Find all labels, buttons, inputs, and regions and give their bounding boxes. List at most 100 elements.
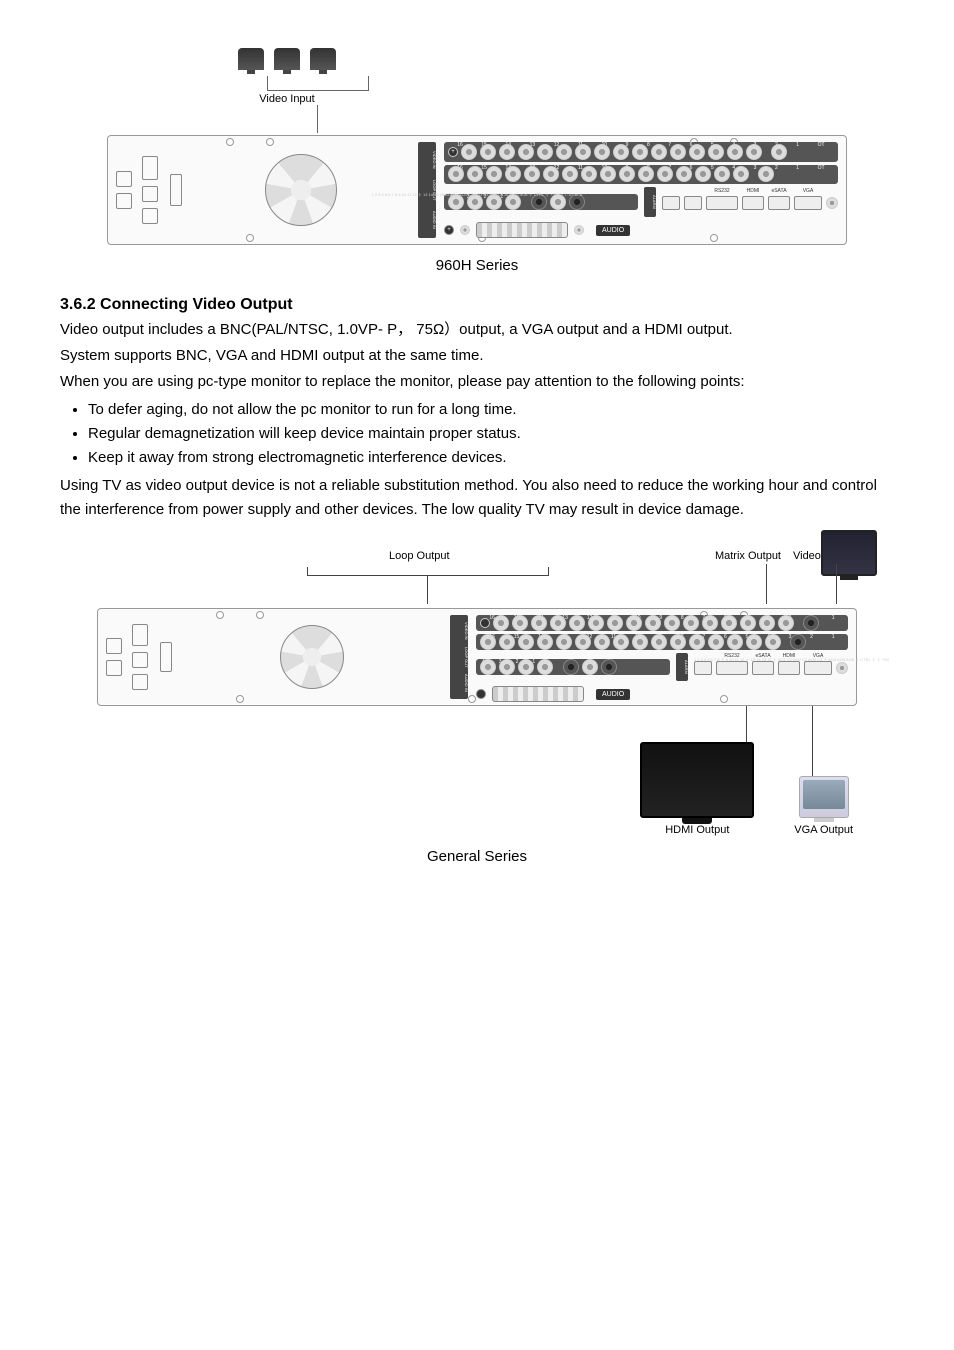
bnc-icon: [651, 144, 667, 160]
bnc-icon: [714, 166, 730, 182]
body-text: Video output includes a BNC(PAL/NTSC, 1.…: [60, 318, 894, 342]
video-input-label: Video Input: [0, 93, 847, 105]
bnc-icon: [480, 634, 496, 650]
bnc-icon: [778, 615, 794, 631]
bnc-icon: [826, 197, 838, 209]
bnc-icon: [537, 144, 553, 160]
bnc-icon: [670, 634, 686, 650]
vga-port-icon: VGA: [794, 196, 822, 210]
bnc-icon: [480, 659, 496, 675]
hdmi-output-label: HDMI Output: [665, 824, 729, 836]
power-switch-icon: [106, 638, 122, 654]
audio-connector-icon: [476, 222, 568, 238]
bnc-icon: [664, 615, 680, 631]
loop-out-row: 16151413121110987654321: [476, 634, 848, 650]
callout-line: [836, 564, 837, 604]
bnc-icon: [581, 166, 597, 182]
bnc-icon: [480, 144, 496, 160]
bnc-icon: [607, 615, 623, 631]
bnc-icon: [550, 615, 566, 631]
body-text: Using TV as video output device is not a…: [60, 474, 894, 522]
bnc-icon: [499, 634, 515, 650]
bracket: [307, 567, 549, 576]
bnc-icon: [594, 634, 610, 650]
bnc-icon: [499, 144, 515, 160]
bnc-icon: [708, 144, 724, 160]
bnc-icon: [486, 166, 502, 182]
network-port-icon: [694, 661, 712, 675]
hdmi-port-icon: HDMI: [742, 196, 764, 210]
rear-panel-general: VIDEO IN LOOP OUT AUDIO IN 1615141312111…: [97, 608, 857, 706]
fan-icon: [265, 154, 337, 226]
bnc-icon: [626, 615, 642, 631]
bnc-icon: [582, 659, 598, 675]
jack-icon: [460, 225, 470, 235]
row-label-strip: VIDEO IN LOOP OUT AUDIO IN: [418, 142, 436, 238]
bnc-icon: [531, 615, 547, 631]
bnc-icon: [632, 144, 648, 160]
bnc-icon: [461, 144, 477, 160]
camera-icon: [310, 48, 336, 70]
bnc-icon: [708, 634, 724, 650]
rear-panel-960h: VIDEO IN LOOP OUT AUDIO IN 1615141312111…: [107, 135, 847, 245]
tv-icon: [640, 742, 754, 818]
bnc-icon: [758, 166, 774, 182]
bnc-icon: [499, 659, 515, 675]
figure-general: Loop Output Matrix Output Video Output: [60, 540, 894, 836]
bnc-icon: [733, 166, 749, 182]
audio-label: AUDIO: [596, 225, 630, 236]
power-switch-icon: [116, 171, 132, 187]
crt-monitor-icon: [799, 776, 849, 818]
network-port-icon: [662, 196, 680, 210]
camera-icons: [0, 48, 847, 70]
bnc-icon: [683, 615, 699, 631]
bnc-icon: [556, 634, 572, 650]
esata-port-icon: eSATA: [768, 196, 790, 210]
bnc-icon: [537, 634, 553, 650]
bnc-icon: [563, 659, 579, 675]
ground-icon: [106, 660, 122, 676]
figure-960h: Video Input: [60, 48, 894, 245]
bnc-icon: [512, 615, 528, 631]
screw-icon: [476, 689, 486, 699]
bnc-icon: [448, 166, 464, 182]
audio-in-row: 4321: [476, 659, 670, 675]
bnc-icon: [556, 144, 572, 160]
bnc-icon: [746, 634, 762, 650]
bnc-icon: [695, 166, 711, 182]
bnc-icon: [575, 144, 591, 160]
bnc-icon: [632, 634, 648, 650]
bnc-icon: [670, 144, 686, 160]
power-socket-icon: [132, 624, 148, 646]
bullet-item: To defer aging, do not allow the pc moni…: [88, 398, 894, 422]
callout-line: [812, 706, 813, 776]
usb-port-icon: [170, 174, 182, 206]
bnc-video-out-icon: [790, 634, 806, 650]
bnc-icon: [836, 662, 848, 674]
bnc-icon: [537, 659, 553, 675]
bnc-icon: [575, 634, 591, 650]
bnc-icon: [601, 659, 617, 675]
bnc-icon: [638, 166, 654, 182]
bullet-item: Keep it away from strong electromagnetic…: [88, 446, 894, 470]
audio-connector-icon: [492, 686, 584, 702]
bnc-icon: [518, 634, 534, 650]
bullet-list: To defer aging, do not allow the pc moni…: [60, 398, 894, 470]
bnc-icon: [467, 166, 483, 182]
plus-icon: +: [448, 147, 458, 157]
bullet-item: Regular demagnetization will keep device…: [88, 422, 894, 446]
bnc-icon: [645, 615, 661, 631]
monitor-icon: [821, 530, 877, 576]
jack-icon: [574, 225, 584, 235]
rs232-port-icon: RS232: [716, 661, 748, 675]
bnc-icon: [562, 166, 578, 182]
bnc-icon: [613, 144, 629, 160]
fan-icon: [280, 625, 344, 689]
bnc-icon: [651, 634, 667, 650]
plus-icon: +: [444, 225, 454, 235]
bnc-icon: [613, 634, 629, 650]
figure-caption-general: General Series: [60, 848, 894, 865]
camera-icon: [274, 48, 300, 70]
vga-port-icon: VGA: [804, 661, 832, 675]
audio-label: AUDIO: [596, 689, 630, 700]
